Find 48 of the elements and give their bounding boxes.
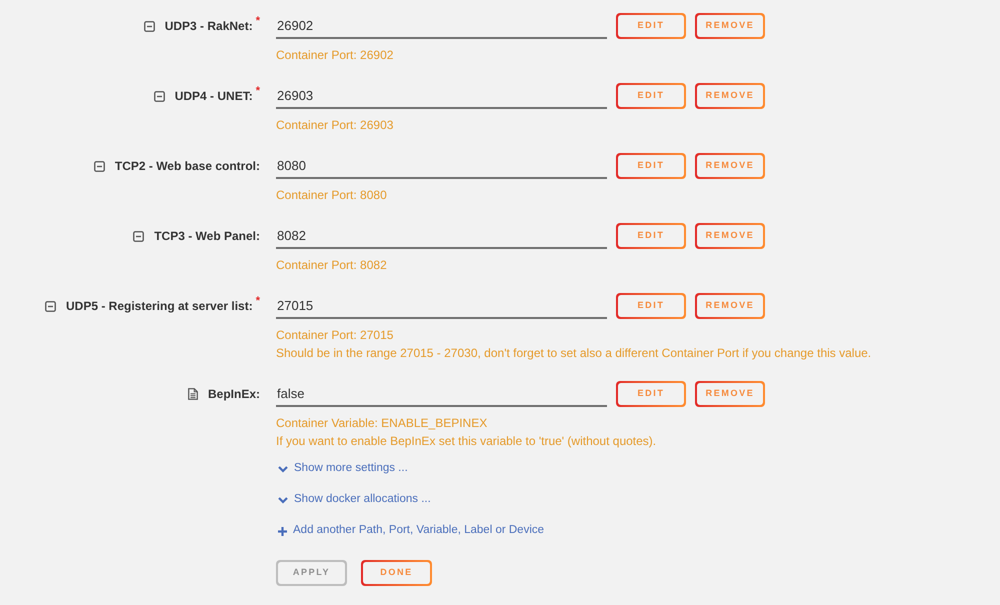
remove-button[interactable]: REMOVE [695,223,765,249]
required-asterisk: * [256,296,260,307]
minus-square-icon[interactable] [133,230,144,242]
required-asterisk: * [256,86,260,97]
minus-square-icon[interactable] [144,20,155,32]
minus-square-icon[interactable] [154,90,165,102]
value-field[interactable]: false [276,381,607,407]
edit-button[interactable]: EDIT [616,223,686,249]
field-label: BepInEx: [208,386,260,403]
port-field[interactable]: 8080 [276,153,607,179]
expand-link[interactable]: Show docker allocations ... [276,491,431,509]
port-field[interactable]: 26903 [276,83,607,109]
field-label: TCP3 - Web Panel: [154,228,260,245]
edit-button[interactable]: EDIT [616,153,686,179]
expand-link[interactable]: Show more settings ... [276,460,408,478]
add-link[interactable]: Add another Path, Port, Variable, Label or Device [276,522,544,540]
helper-text: Container Port: 26903 [276,117,394,134]
remove-button[interactable]: REMOVE [695,83,765,109]
helper-text: Container Port: 26902 [276,47,394,64]
helper-text: Container Port: 27015 [276,327,394,344]
edit-button[interactable]: EDIT [616,13,686,39]
edit-button[interactable]: EDIT [616,381,686,407]
field-label: UDP3 - RakNet: [164,18,253,35]
required-asterisk: * [256,16,260,27]
edit-button[interactable]: EDIT [616,83,686,109]
remove-button[interactable]: REMOVE [695,153,765,179]
port-field[interactable]: 26902 [276,13,607,39]
remove-button[interactable]: REMOVE [695,13,765,39]
helper-text: Should be in the range 27015 - 27030, don't forget to set also a different Container Port if you change this value. [276,345,872,362]
helper-text: Container Port: 8080 [276,187,387,204]
plus-icon [278,526,287,536]
minus-square-icon[interactable] [94,160,105,172]
helper-text: Container Port: 8082 [276,257,387,274]
remove-button[interactable]: REMOVE [695,381,765,407]
done-button[interactable]: DONE [361,560,432,586]
helper-text: Container Variable: ENABLE_BEPINEX [276,415,488,432]
field-label: UDP5 - Registering at server list: [66,298,253,315]
field-label: UDP4 - UNET: [174,88,253,105]
remove-button[interactable]: REMOVE [695,293,765,319]
document-icon [188,388,198,400]
minus-square-icon[interactable] [44,300,56,312]
chevron-down-icon [278,496,288,504]
edit-button[interactable]: EDIT [616,293,686,319]
field-label: TCP2 - Web base control: [114,158,260,175]
port-field[interactable]: 27015 [276,293,607,319]
port-field[interactable]: 8082 [276,223,607,249]
chevron-down-icon [278,466,288,472]
helper-text: If you want to enable BepInEx set this variable to 'true' (without quotes). [276,433,656,450]
